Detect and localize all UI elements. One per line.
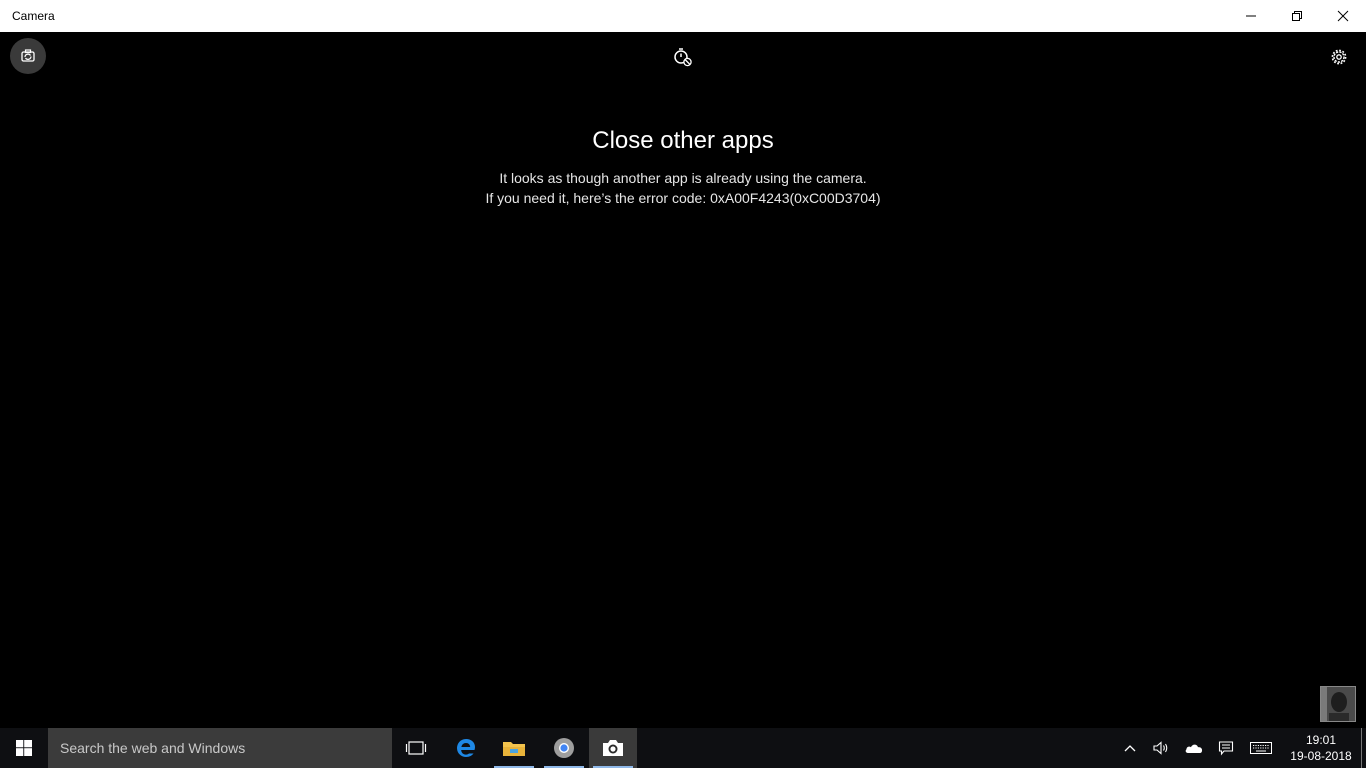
timer-off-icon	[674, 48, 692, 67]
task-view-button[interactable]	[392, 728, 440, 768]
restore-button[interactable]	[1274, 0, 1320, 32]
minimize-icon	[1246, 15, 1256, 17]
chevron-up-icon	[1124, 745, 1136, 752]
last-capture-thumbnail[interactable]	[1320, 686, 1356, 722]
error-message: Close other apps It looks as though anot…	[383, 124, 983, 208]
switch-camera-icon	[21, 49, 35, 62]
clock-time: 19:01	[1305, 733, 1337, 747]
restore-icon	[1292, 11, 1302, 21]
taskbar-camera[interactable]	[589, 728, 637, 768]
title-bar: Camera	[0, 0, 1366, 32]
start-button[interactable]	[0, 728, 48, 768]
windows-logo-icon	[16, 740, 32, 756]
taskbar-chrome[interactable]	[540, 728, 588, 768]
notification-icon	[1218, 741, 1234, 756]
taskbar-file-explorer[interactable]	[490, 728, 538, 768]
touch-keyboard-button[interactable]	[1245, 728, 1277, 768]
task-view-icon	[405, 741, 427, 755]
switch-camera-button[interactable]	[10, 38, 46, 74]
error-heading: Close other apps	[592, 127, 774, 154]
gear-icon	[1331, 49, 1347, 65]
file-explorer-icon	[503, 742, 525, 756]
onedrive-button[interactable]	[1178, 728, 1210, 768]
clock-date: 19-08-2018	[1290, 749, 1352, 763]
window-title: Camera	[12, 9, 55, 23]
chrome-icon	[554, 738, 574, 758]
search-placeholder: Search the web and Windows	[60, 740, 246, 756]
error-code: If you need it, here’s the error code: 0…	[485, 190, 881, 206]
close-button[interactable]	[1320, 0, 1366, 32]
edge-browser-icon	[457, 739, 475, 757]
error-description: It looks as though another app is alread…	[499, 170, 867, 186]
cloud-icon	[1185, 744, 1203, 753]
action-center-button[interactable]	[1210, 728, 1242, 768]
close-icon	[1337, 10, 1349, 22]
minimize-button[interactable]	[1228, 0, 1274, 32]
camera-view: Close other apps It looks as though anot…	[0, 32, 1366, 728]
show-desktop-button[interactable]	[1361, 728, 1362, 768]
search-box[interactable]: Search the web and Windows	[48, 728, 392, 768]
photo-thumbnail-image	[1321, 687, 1355, 721]
clock[interactable]: 19:01 19-08-2018	[1286, 732, 1356, 764]
settings-button[interactable]	[1325, 43, 1353, 71]
taskbar: Search the web and Windows 19:01 19-08-2…	[0, 728, 1366, 768]
photo-timer-button[interactable]	[669, 43, 697, 71]
taskbar-edge[interactable]	[442, 728, 490, 768]
speaker-icon	[1153, 741, 1168, 755]
volume-button[interactable]	[1145, 728, 1177, 768]
show-hidden-icons-button[interactable]	[1114, 728, 1146, 768]
camera-icon	[603, 740, 623, 756]
keyboard-icon	[1250, 742, 1272, 754]
